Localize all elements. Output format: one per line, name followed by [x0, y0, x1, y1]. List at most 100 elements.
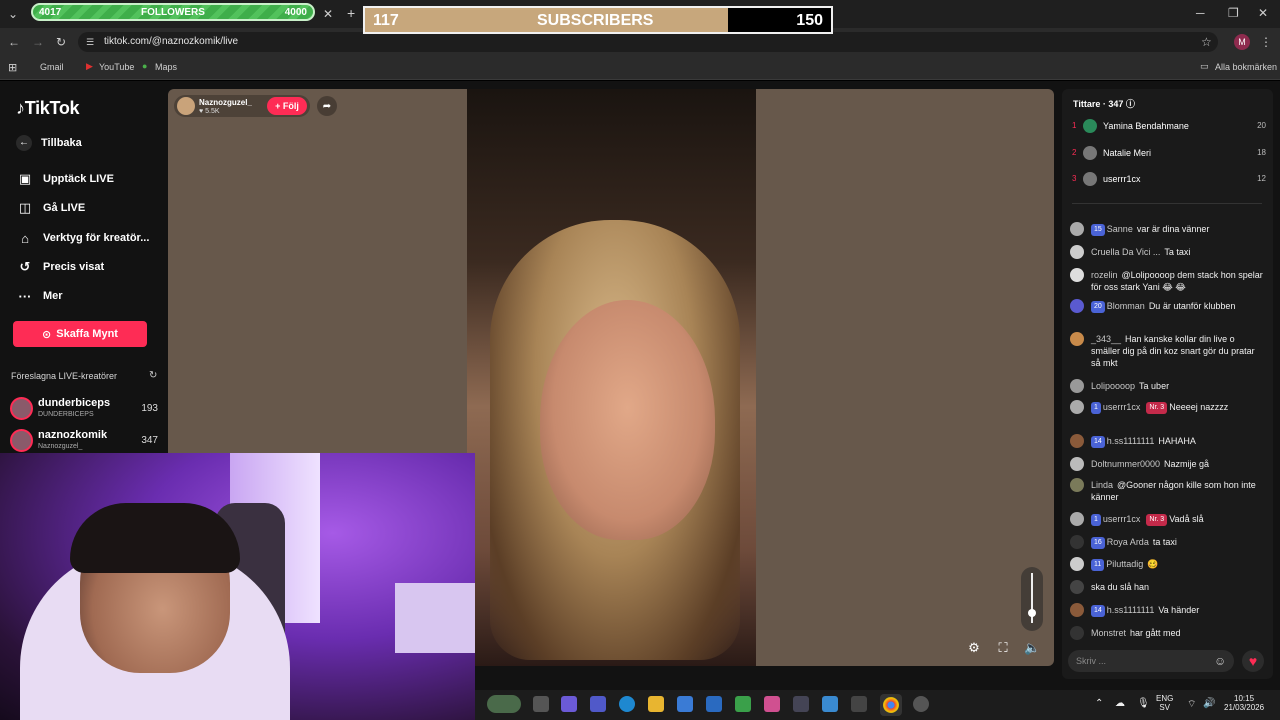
avatar[interactable]	[1070, 222, 1084, 236]
tab-close-icon[interactable]: ✕	[323, 7, 333, 21]
wifi-icon[interactable]: ⌔	[1187, 698, 1196, 711]
chat-username[interactable]: rozelin	[1091, 270, 1118, 280]
all-bookmarks[interactable]: Alla bokmärken	[1215, 62, 1277, 72]
maximize-icon[interactable]: ❐	[1228, 6, 1239, 20]
avatar[interactable]	[1070, 603, 1084, 617]
chat-username[interactable]: Linda	[1091, 480, 1113, 490]
chat-username[interactable]: h.ss1111111	[1107, 605, 1155, 615]
apps-grid-icon[interactable]: ⊞	[8, 61, 17, 74]
m365-icon[interactable]	[764, 696, 780, 712]
address-bar[interactable]	[78, 32, 1218, 52]
avatar[interactable]	[1070, 434, 1084, 448]
clock[interactable]: 10:15 21/03/2026	[1224, 694, 1264, 712]
obs-icon[interactable]	[913, 696, 929, 712]
back-link[interactable]: ← Tillbaka	[16, 133, 82, 153]
bookmark-star-icon[interactable]: ☆	[1201, 35, 1212, 49]
viewers-header[interactable]: Tittare · 347 ⓘ	[1073, 97, 1135, 110]
avatar[interactable]	[1070, 379, 1084, 393]
new-tab-icon[interactable]: +	[347, 6, 355, 20]
file-explorer-icon[interactable]	[648, 696, 664, 712]
back-arrow-icon[interactable]: ←	[8, 35, 20, 49]
outlook-icon[interactable]	[706, 696, 722, 712]
avatar[interactable]	[1070, 245, 1084, 259]
language-indicator[interactable]: ENG SV	[1156, 694, 1173, 712]
speaker-icon[interactable]: 🔊	[1203, 698, 1215, 709]
chat-username[interactable]: _343__	[1091, 334, 1121, 344]
emoji-icon[interactable]: ☺	[1214, 654, 1226, 668]
follow-button[interactable]: + Följ	[267, 97, 307, 115]
fullscreen-icon[interactable]: ⛶	[995, 640, 1011, 656]
chat-username[interactable]: Cruella Da Vici ...	[1091, 247, 1160, 257]
info-icon[interactable]: ⓘ	[1126, 99, 1135, 109]
bookmark-gmail[interactable]: Gmail	[40, 62, 64, 72]
mic-icon[interactable]: 🎙	[1137, 698, 1150, 709]
url-text[interactable]: tiktok.com/@naznozkomik/live	[104, 36, 238, 47]
chat-username[interactable]: h.ss1111111	[1107, 436, 1155, 446]
minimize-icon[interactable]: ─	[1196, 6, 1205, 20]
chat-username[interactable]: Piluttadig	[1106, 559, 1143, 569]
chat-input[interactable]: Skriv ...	[1068, 650, 1234, 672]
volume-icon[interactable]: 🔈	[1024, 640, 1040, 656]
nav-more[interactable]: ··· Mer	[16, 286, 63, 306]
chat-username[interactable]: Lolipoooop	[1091, 381, 1135, 391]
close-window-icon[interactable]: ✕	[1258, 6, 1268, 20]
top-viewer[interactable]: 2 Natalie Meri 18	[1072, 145, 1266, 163]
tray-chevron-icon[interactable]: ⌃	[1095, 698, 1103, 709]
avatar[interactable]	[1070, 557, 1084, 571]
edge-icon[interactable]	[619, 696, 635, 712]
creator-item[interactable]: dunderbiceps DUNDERBICEPS 193	[10, 395, 160, 423]
top-viewer[interactable]: 1 Yamina Bendahmane 20	[1072, 118, 1266, 136]
avatar[interactable]	[1070, 400, 1084, 414]
chat-username[interactable]: userrr1cx	[1103, 402, 1141, 412]
profile-avatar[interactable]: M	[1234, 34, 1250, 50]
refresh-icon[interactable]: ↻	[149, 370, 157, 381]
avatar[interactable]	[1070, 457, 1084, 471]
chat-username[interactable]: Doltnummer0000	[1091, 459, 1160, 469]
avatar[interactable]	[1070, 268, 1084, 282]
avatar[interactable]	[1070, 332, 1084, 346]
chat-username[interactable]: Blomman	[1107, 301, 1145, 311]
share-icon[interactable]: ➦	[317, 96, 337, 116]
task-view-icon[interactable]	[533, 696, 549, 712]
avatar[interactable]	[1070, 535, 1084, 549]
nav-creator-tools[interactable]: ⌂ Verktyg för kreatör...	[16, 228, 149, 248]
chat-username[interactable]: Sanne	[1107, 224, 1133, 234]
nav-recently-viewed[interactable]: ↺ Precis visat	[16, 257, 105, 277]
chat-username[interactable]: Monstret	[1091, 628, 1126, 638]
avatar[interactable]	[1070, 580, 1084, 594]
host-name[interactable]: Naznozguzel_	[199, 98, 252, 107]
chat-username[interactable]: userrr1cx	[1103, 514, 1141, 524]
site-info-icon[interactable]: ☰	[86, 35, 94, 49]
tiktok-logo[interactable]: ♪TikTok	[16, 98, 80, 119]
bookmark-youtube[interactable]: YouTube	[99, 62, 134, 72]
avatar[interactable]	[1070, 299, 1084, 313]
avatar[interactable]	[1070, 626, 1084, 640]
media-icon[interactable]	[851, 696, 867, 712]
tab-search-icon[interactable]: ⌄	[8, 7, 18, 21]
bookmark-maps[interactable]: Maps	[155, 62, 177, 72]
chat-username[interactable]: Roya Arda	[1107, 537, 1149, 547]
forward-arrow-icon[interactable]: →	[32, 35, 44, 49]
avatar[interactable]	[1070, 478, 1084, 492]
creator-item[interactable]: naznozkomik Naznozguzel_ 347	[10, 427, 160, 455]
cloud-icon[interactable]: ☁	[1115, 698, 1125, 709]
store-icon[interactable]	[677, 696, 693, 712]
nav-discover-live[interactable]: ▣ Upptäck LIVE	[16, 169, 114, 189]
nav-go-live[interactable]: ◫ Gå LIVE	[16, 198, 85, 218]
volume-knob[interactable]	[1028, 609, 1036, 617]
top-viewer[interactable]: 3 userrr1cx 12	[1072, 171, 1266, 189]
reload-icon[interactable]: ↻	[56, 35, 66, 49]
copilot-icon[interactable]	[561, 696, 577, 712]
chat-text: ska du slå han	[1091, 582, 1150, 592]
shield-icon[interactable]	[735, 696, 751, 712]
menu-dots-icon[interactable]: ⋮	[1260, 35, 1272, 49]
photos-icon[interactable]	[822, 696, 838, 712]
widgets-icon[interactable]	[487, 695, 521, 713]
get-coins-button[interactable]: ⊙ Skaffa Mynt	[13, 321, 147, 347]
like-heart-icon[interactable]: ♥	[1242, 650, 1264, 672]
host-avatar[interactable]	[177, 97, 195, 115]
app-icon[interactable]	[793, 696, 809, 712]
teams-icon[interactable]	[590, 696, 606, 712]
avatar[interactable]	[1070, 512, 1084, 526]
settings-icon[interactable]: ⚙	[966, 640, 982, 656]
